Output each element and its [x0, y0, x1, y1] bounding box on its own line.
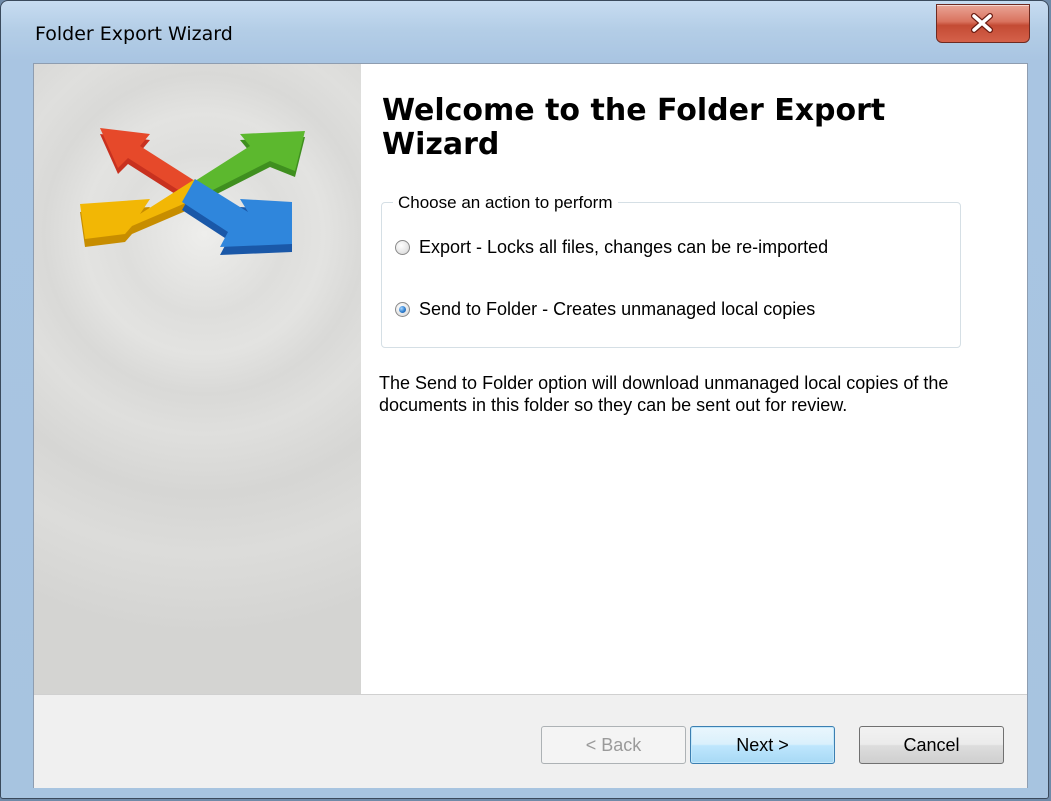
close-icon	[971, 13, 993, 33]
export-radio[interactable]	[395, 240, 410, 255]
send-to-folder-option-label[interactable]: Send to Folder - Creates unmanaged local…	[419, 299, 815, 320]
title-bar[interactable]: Folder Export Wizard	[1, 1, 1048, 61]
button-bar: < Back Next > Cancel	[34, 694, 1027, 788]
wizard-body: Welcome to the Folder Export Wizard Choo…	[33, 63, 1028, 788]
side-panel	[34, 64, 362, 694]
content-panel: Welcome to the Folder Export Wizard Choo…	[361, 64, 1027, 694]
send-to-folder-radio[interactable]	[395, 302, 410, 317]
next-button[interactable]: Next >	[690, 726, 835, 764]
export-option-label[interactable]: Export - Locks all files, changes can be…	[419, 237, 828, 258]
window-title: Folder Export Wizard	[35, 23, 233, 45]
cancel-button[interactable]: Cancel	[859, 726, 1004, 764]
send-to-folder-option[interactable]: Send to Folder - Creates unmanaged local…	[395, 299, 815, 320]
four-direction-arrows-icon	[80, 128, 305, 255]
back-button[interactable]: < Back	[541, 726, 686, 764]
close-button[interactable]	[936, 4, 1030, 43]
action-groupbox: Choose an action to perform Export - Loc…	[381, 193, 961, 348]
export-option[interactable]: Export - Locks all files, changes can be…	[395, 237, 828, 258]
option-description: The Send to Folder option will download …	[379, 373, 949, 415]
groupbox-label: Choose an action to perform	[393, 193, 618, 213]
page-title: Welcome to the Folder Export Wizard	[382, 93, 886, 162]
wizard-window: Folder Export Wizard Welcome to the Fold…	[0, 0, 1049, 799]
